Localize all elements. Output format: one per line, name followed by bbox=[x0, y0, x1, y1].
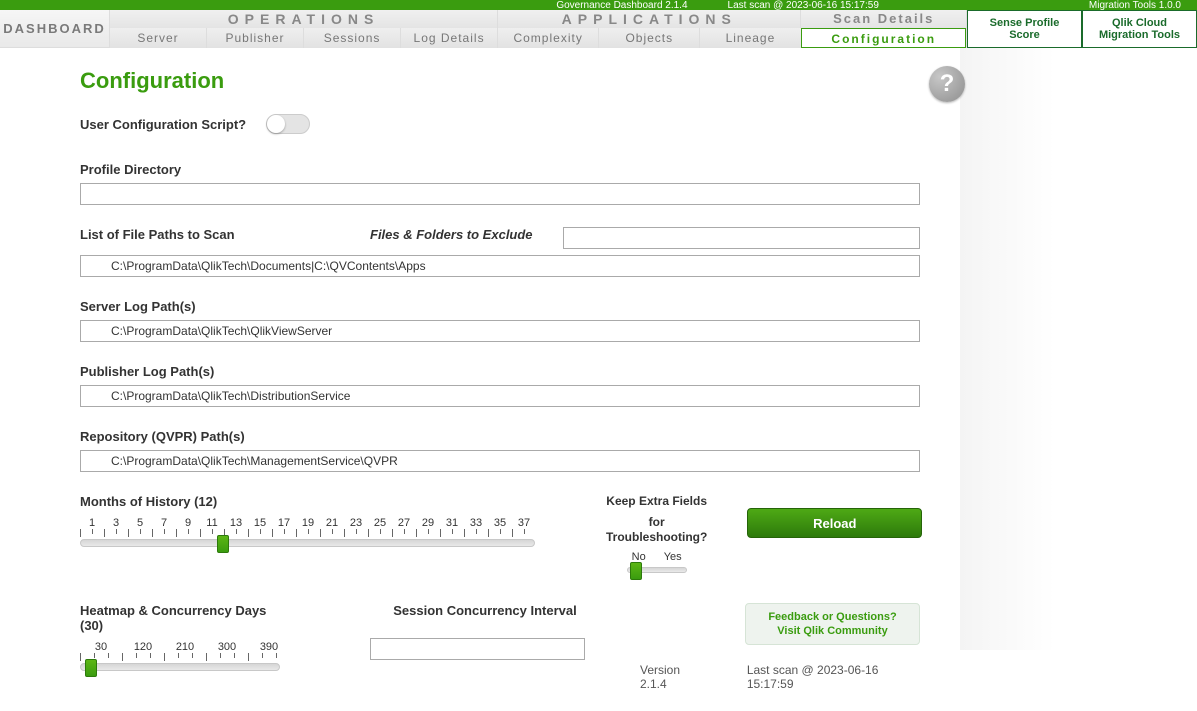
server-log-input[interactable] bbox=[80, 320, 920, 342]
exclude-label: Files & Folders to Exclude bbox=[370, 227, 533, 242]
last-scan-label: Last scan @ 2023-06-16 15:17:59 bbox=[747, 663, 920, 691]
profile-directory-label: Profile Directory bbox=[80, 162, 920, 177]
tab-server[interactable]: Server bbox=[110, 28, 207, 48]
tab-lineage[interactable]: Lineage bbox=[700, 28, 800, 48]
sense-profile-line1: Sense Profile bbox=[970, 17, 1079, 29]
page-title: Configuration bbox=[80, 68, 920, 94]
list-paths-input[interactable] bbox=[80, 255, 920, 277]
months-history-slider[interactable] bbox=[80, 539, 535, 547]
keep-fields-thumb[interactable] bbox=[630, 562, 642, 580]
keep-yes-label: Yes bbox=[664, 551, 682, 563]
tab-complexity[interactable]: Complexity bbox=[498, 28, 599, 48]
server-log-label: Server Log Path(s) bbox=[80, 299, 920, 314]
user-config-script-label: User Configuration Script? bbox=[80, 117, 246, 132]
tab-log-details[interactable]: Log Details bbox=[401, 28, 497, 48]
heatmap-slider[interactable] bbox=[80, 663, 280, 671]
exclude-input[interactable] bbox=[563, 227, 920, 249]
heatmap-tick-marks bbox=[80, 653, 290, 661]
qlik-cloud-migration-button[interactable]: Qlik Cloud Migration Tools bbox=[1082, 10, 1197, 48]
help-icon[interactable]: ? bbox=[929, 66, 965, 102]
qvpr-label: Repository (QVPR) Path(s) bbox=[80, 429, 920, 444]
qlik-cloud-line1: Qlik Cloud bbox=[1085, 17, 1194, 29]
profile-directory-input[interactable] bbox=[80, 183, 920, 205]
tab-sessions[interactable]: Sessions bbox=[304, 28, 401, 48]
scan-details-title: Scan Details bbox=[801, 10, 966, 28]
version-label: Version 2.1.4 bbox=[640, 663, 707, 691]
section-scan-details: Scan Details Configuration bbox=[801, 10, 967, 47]
heatmap-days-block: Heatmap & Concurrency Days (30) 30120210… bbox=[80, 603, 290, 671]
top-status-strip: Governance Dashboard 2.1.4 Last scan @ 2… bbox=[0, 0, 1197, 10]
tab-dashboard[interactable]: DASHBOARD bbox=[0, 10, 110, 47]
section-applications: APPLICATIONS Complexity Objects Lineage bbox=[498, 10, 801, 47]
months-history-label: Months of History (12) bbox=[80, 494, 536, 509]
qlik-cloud-line2: Migration Tools bbox=[1085, 29, 1194, 41]
sci-input[interactable] bbox=[370, 638, 585, 660]
top-last-scan: Last scan @ 2023-06-16 15:17:59 bbox=[728, 0, 879, 10]
keep-fields-label-1: Keep Extra Fields bbox=[606, 494, 707, 509]
feedback-line2: Visit Qlik Community bbox=[750, 624, 915, 638]
months-slider-thumb[interactable] bbox=[217, 535, 229, 553]
right-link-boxes: Sense Profile Score Qlik Cloud Migration… bbox=[967, 10, 1197, 47]
reload-button[interactable]: Reload bbox=[747, 508, 922, 538]
months-history-block: Months of History (12) 13579111315171921… bbox=[80, 494, 536, 573]
heatmap-tick-labels: 30120210300390 bbox=[80, 641, 290, 653]
applications-title: APPLICATIONS bbox=[498, 10, 800, 28]
section-operations: OPERATIONS Server Publisher Sessions Log… bbox=[110, 10, 498, 47]
feedback-line1: Feedback or Questions? bbox=[750, 610, 915, 624]
keep-fields-label-2: for Troubleshooting? bbox=[606, 515, 707, 545]
operations-title: OPERATIONS bbox=[110, 10, 497, 28]
publisher-log-input[interactable] bbox=[80, 385, 920, 407]
migration-tools-version: Migration Tools 1.0.0 bbox=[1089, 0, 1181, 10]
keep-extra-fields-block: Keep Extra Fields for Troubleshooting? N… bbox=[606, 494, 707, 573]
tab-publisher[interactable]: Publisher bbox=[207, 28, 304, 48]
sci-label: Session Concurrency Interval bbox=[370, 603, 600, 618]
publisher-log-label: Publisher Log Path(s) bbox=[80, 364, 920, 379]
tab-configuration[interactable]: Configuration bbox=[801, 28, 966, 48]
feedback-link[interactable]: Feedback or Questions? Visit Qlik Commun… bbox=[745, 603, 920, 645]
qvpr-input[interactable] bbox=[80, 450, 920, 472]
session-concurrency-block: Session Concurrency Interval bbox=[370, 603, 600, 660]
heatmap-slider-thumb[interactable] bbox=[85, 659, 97, 677]
list-paths-label: List of File Paths to Scan bbox=[80, 227, 340, 242]
app-version-label: Governance Dashboard 2.1.4 bbox=[556, 0, 687, 10]
main-content: Configuration ? User Configuration Scrip… bbox=[0, 48, 960, 711]
keep-fields-slider[interactable] bbox=[627, 567, 687, 573]
months-tick-labels: 135791113151719212325272931333537 bbox=[80, 517, 536, 529]
heatmap-label: Heatmap & Concurrency Days (30) bbox=[80, 603, 290, 633]
months-tick-marks bbox=[80, 529, 536, 537]
tab-objects[interactable]: Objects bbox=[599, 28, 700, 48]
sense-profile-score-button[interactable]: Sense Profile Score bbox=[967, 10, 1082, 48]
user-config-script-toggle[interactable] bbox=[266, 114, 310, 134]
header-nav: DASHBOARD OPERATIONS Server Publisher Se… bbox=[0, 10, 1197, 48]
sense-profile-line2: Score bbox=[970, 29, 1079, 41]
